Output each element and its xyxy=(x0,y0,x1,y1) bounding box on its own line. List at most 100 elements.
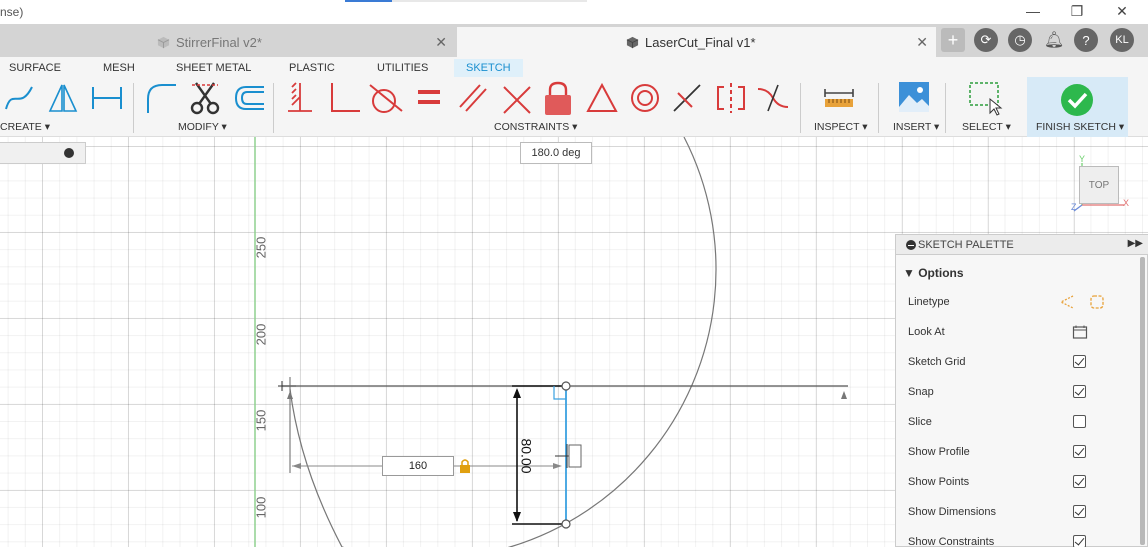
parallel-constraint-icon[interactable] xyxy=(456,81,490,115)
slice-row[interactable]: Slice xyxy=(908,412,1138,432)
tab-lasercut-final[interactable]: LaserCut_Final v1* ✕ xyxy=(457,27,936,57)
slice-label: Slice xyxy=(908,416,932,428)
help-button[interactable]: ? xyxy=(1074,28,1098,52)
fix-lock-icon[interactable] xyxy=(541,81,575,117)
tangent-constraint-icon[interactable] xyxy=(368,81,404,115)
browser-panel-collapsed[interactable] xyxy=(0,142,86,164)
linetype-label: Linetype xyxy=(908,296,950,308)
spline-icon[interactable] xyxy=(2,81,38,115)
show-points-row[interactable]: Show Points xyxy=(908,472,1138,492)
separator xyxy=(800,83,801,133)
collapse-palette-icon[interactable] xyxy=(906,240,916,250)
horizontal-vertical-constraint-icon[interactable] xyxy=(286,81,316,115)
look-at-label: Look At xyxy=(908,326,945,338)
user-avatar[interactable]: KL xyxy=(1110,28,1134,52)
finish-sketch-label[interactable]: FINISH SKETCH ▾ xyxy=(1036,121,1124,133)
new-tab-button[interactable]: + xyxy=(941,28,965,52)
show-constraints-row[interactable]: Show Constraints xyxy=(908,532,1138,547)
collinear-icon[interactable] xyxy=(670,81,704,115)
palette-scrollbar[interactable] xyxy=(1140,257,1145,545)
insert-group-label[interactable]: INSERT ▾ xyxy=(893,121,939,133)
tab-utilities[interactable]: UTILITIES xyxy=(368,59,437,77)
select-group-label[interactable]: SELECT ▾ xyxy=(962,121,1011,133)
view-cube[interactable]: TOP xyxy=(1079,166,1119,204)
separator xyxy=(945,83,946,133)
title-accent-light xyxy=(392,0,587,2)
inspect-group-label[interactable]: INSPECT ▾ xyxy=(814,121,868,133)
slice-checkbox[interactable] xyxy=(1073,415,1086,428)
show-dimensions-row[interactable]: Show Dimensions xyxy=(908,502,1138,522)
look-at-icon[interactable] xyxy=(1072,324,1088,340)
look-at-row[interactable]: Look At xyxy=(908,322,1138,342)
concentric-icon[interactable] xyxy=(628,81,662,115)
symmetry-icon[interactable] xyxy=(714,81,748,115)
options-section-title[interactable]: ▼ Options xyxy=(903,266,964,280)
sketch-grid-checkbox[interactable] xyxy=(1073,355,1086,368)
modify-group-label[interactable]: MODIFY ▾ xyxy=(178,121,227,133)
trim-scissors-icon[interactable] xyxy=(188,81,224,115)
expand-palette-icon[interactable]: ▶▶ xyxy=(1128,238,1143,249)
offset-icon[interactable] xyxy=(230,81,266,115)
coincident-constraint-icon[interactable] xyxy=(328,81,362,115)
vertical-dimension-label[interactable]: 80.00 xyxy=(519,438,535,473)
tab-mesh[interactable]: MESH xyxy=(94,59,144,77)
close-tab-icon[interactable]: ✕ xyxy=(916,34,928,51)
close-window-button[interactable]: ✕ xyxy=(1099,0,1145,22)
tab-sketch[interactable]: SKETCH xyxy=(454,59,523,77)
component-cube-icon xyxy=(626,36,639,48)
tab-plastic[interactable]: PLASTIC xyxy=(280,59,344,77)
sketch-dimension-icon[interactable] xyxy=(90,81,126,115)
extensions-icon[interactable]: ⟳ xyxy=(974,28,998,52)
snap-row[interactable]: Snap xyxy=(908,382,1138,402)
tab-label: LaserCut_Final v1* xyxy=(645,34,756,50)
show-dimensions-label: Show Dimensions xyxy=(908,506,997,518)
tab-stirrer-final[interactable]: StirrerFinal v2* ✕ xyxy=(0,27,455,57)
tab-sheet-metal[interactable]: SHEET METAL xyxy=(167,59,260,77)
show-profile-row[interactable]: Show Profile xyxy=(908,442,1138,462)
show-profile-checkbox[interactable] xyxy=(1073,445,1086,458)
close-tab-icon[interactable]: ✕ xyxy=(435,34,447,51)
sketch-grid-label: Sketch Grid xyxy=(908,356,966,368)
mirror-icon[interactable] xyxy=(46,81,82,115)
show-points-checkbox[interactable] xyxy=(1073,475,1086,488)
finish-sketch-check-icon[interactable] xyxy=(1060,83,1094,117)
snap-label: Snap xyxy=(908,386,934,398)
sketch-grid-row[interactable]: Sketch Grid xyxy=(908,352,1138,372)
measure-ruler-icon[interactable] xyxy=(822,81,856,115)
snap-checkbox[interactable] xyxy=(1073,385,1086,398)
angle-readout: 180.0 deg xyxy=(520,142,592,164)
sketch-palette-header[interactable]: SKETCH PALETTE ▶▶ xyxy=(896,235,1148,255)
show-constraints-checkbox[interactable] xyxy=(1073,535,1086,547)
axis-label-150: 150 xyxy=(253,409,269,432)
show-constraints-label: Show Constraints xyxy=(908,536,995,547)
window-title: nse) xyxy=(0,5,24,19)
collapse-browser-icon[interactable] xyxy=(64,148,74,158)
constraints-group-label[interactable]: CONSTRAINTS ▾ xyxy=(494,121,577,133)
axis-label-100: 100 xyxy=(253,496,269,519)
job-status-icon[interactable]: ◷ xyxy=(1008,28,1032,52)
equal-constraint-icon[interactable] xyxy=(414,81,444,115)
create-group-label[interactable]: CREATE ▾ xyxy=(0,121,50,133)
circle-arc-left xyxy=(289,388,343,547)
title-accent xyxy=(345,0,392,2)
centerline-linetype-icon[interactable] xyxy=(1089,294,1105,310)
separator xyxy=(878,83,879,133)
separator xyxy=(273,83,274,133)
curvature-icon[interactable] xyxy=(756,81,790,115)
maximize-button[interactable]: ❐ xyxy=(1054,0,1100,22)
y-axis-letter: Y xyxy=(1079,154,1086,164)
tab-label: StirrerFinal v2* xyxy=(176,34,262,50)
dimension-value-input[interactable]: 160 xyxy=(382,456,454,476)
title-bar: nse) — ❐ ✕ xyxy=(0,0,1148,24)
construction-linetype-icon[interactable] xyxy=(1059,294,1075,310)
minimize-button[interactable]: — xyxy=(1010,0,1056,22)
select-window-icon[interactable] xyxy=(968,81,1004,117)
insert-image-icon[interactable] xyxy=(898,81,930,113)
tab-surface[interactable]: SURFACE xyxy=(0,59,70,77)
component-cube-icon xyxy=(157,36,170,48)
midpoint-triangle-icon[interactable] xyxy=(586,81,620,115)
fillet-icon[interactable] xyxy=(144,81,180,115)
perpendicular-constraint-icon[interactable] xyxy=(500,81,534,115)
notifications-bell-icon[interactable]: 🔔︎ xyxy=(1042,28,1066,52)
show-dimensions-checkbox[interactable] xyxy=(1073,505,1086,518)
